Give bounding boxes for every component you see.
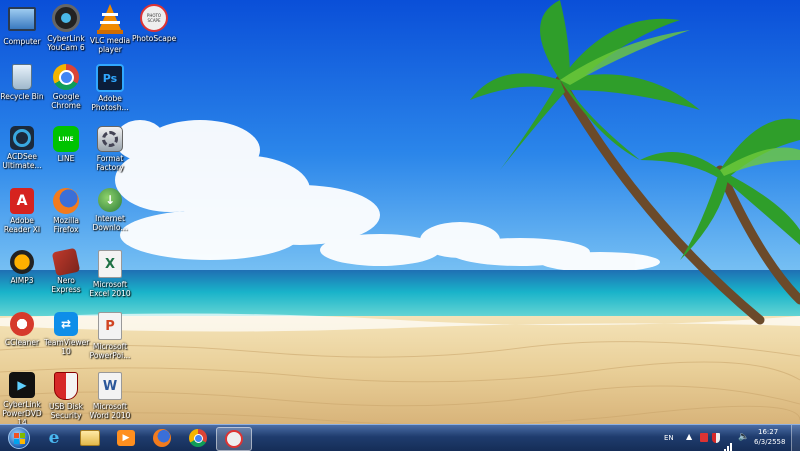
icon-label: Google Chrome xyxy=(51,92,81,110)
icon-label: LINE xyxy=(57,154,75,163)
chrome-icon xyxy=(53,64,79,90)
format-factory-icon xyxy=(97,126,123,152)
powerdvd-icon: ▶ xyxy=(9,372,35,398)
computer-icon xyxy=(8,7,36,31)
chrome-icon xyxy=(189,429,207,447)
vlc-shortcut[interactable]: VLC media player xyxy=(88,2,132,54)
cyberlink-youcam-shortcut[interactable]: CyberLink YouCam 6 xyxy=(44,2,88,52)
format-factory-shortcut[interactable]: Format Factory xyxy=(88,124,132,172)
icon-label: TeamViewer 10 xyxy=(44,338,90,356)
icon-label: Mozilla Firefox xyxy=(53,216,79,234)
adobe-reader-shortcut[interactable]: A Adobe Reader XI xyxy=(0,186,44,234)
ccleaner-shortcut[interactable]: CCleaner xyxy=(0,310,44,347)
usb-disk-security-shortcut[interactable]: USB Disk Security xyxy=(44,370,88,420)
word-icon: W xyxy=(98,372,122,400)
icon-label: Adobe Photosh... xyxy=(91,94,129,112)
recycle-bin-icon xyxy=(12,64,32,90)
icon-label: AIMP3 xyxy=(10,276,34,285)
windows-orb-icon xyxy=(8,427,30,449)
nero-express-shortcut[interactable]: Nero Express xyxy=(44,247,88,294)
adobe-photoshop-shortcut[interactable]: Ps Adobe Photosh... xyxy=(88,62,132,112)
icon-label: Nero Express xyxy=(51,276,81,294)
icon-label: CyberLink YouCam 6 xyxy=(47,34,85,52)
microsoft-excel-shortcut[interactable]: X Microsoft Excel 2010 xyxy=(88,248,132,298)
taskbar-internet-explorer[interactable]: e xyxy=(36,427,72,449)
youcam-icon xyxy=(52,4,80,32)
cyberlink-powerdvd-shortcut[interactable]: ▶ CyberLink PowerDVD 14 xyxy=(0,370,44,424)
firefox-icon xyxy=(53,188,79,214)
clock-date[interactable]: 6/3/2558 xyxy=(754,438,785,446)
icon-label: Adobe Reader XI xyxy=(3,216,41,234)
icon-label: Microsoft Excel 2010 xyxy=(89,280,131,298)
icon-label: VLC media player xyxy=(89,36,131,54)
taskbar-chrome[interactable] xyxy=(180,427,216,449)
media-player-icon: ▶ xyxy=(117,430,135,446)
firefox-icon xyxy=(153,429,171,447)
system-tray: EN ▲ 🔈 16:27 6/3/2558 xyxy=(650,425,800,452)
icon-label: CyberLink PowerDVD 14 xyxy=(2,400,42,424)
microsoft-powerpoint-shortcut[interactable]: P Microsoft PowerPoi... xyxy=(88,310,132,360)
usb-security-tray-icon[interactable] xyxy=(712,433,720,443)
taskbar-media-player[interactable]: ▶ xyxy=(108,427,144,449)
aimp3-shortcut[interactable]: AIMP3 xyxy=(0,248,44,285)
photoscape-icon: PHOTO SCAPE xyxy=(140,4,168,32)
ccleaner-icon xyxy=(10,312,34,336)
acdsee-shortcut[interactable]: ACDSee Ultimate... xyxy=(0,124,44,170)
photoscape-badge-text: PHOTO SCAPE xyxy=(146,13,162,23)
internet-download-manager-shortcut[interactable]: ↓ Internet Downlo... xyxy=(88,186,132,232)
adobe-reader-icon: A xyxy=(10,188,34,214)
computer-shortcut[interactable]: Computer xyxy=(0,2,44,46)
action-center-flag-icon[interactable] xyxy=(700,433,708,442)
nero-express-icon xyxy=(51,247,81,277)
internet-explorer-icon: e xyxy=(48,428,60,448)
show-desktop-button[interactable] xyxy=(791,425,800,451)
mozilla-firefox-shortcut[interactable]: Mozilla Firefox xyxy=(44,186,88,234)
recycle-bin-shortcut[interactable]: Recycle Bin xyxy=(0,62,44,101)
icon-label: Format Factory xyxy=(96,154,124,172)
photoshop-icon: Ps xyxy=(96,64,124,92)
taskbar-file-explorer[interactable] xyxy=(72,427,108,449)
taskbar: e ▶ EN ▲ 🔈 16:27 6/3/2558 xyxy=(0,424,800,452)
folder-icon xyxy=(80,430,100,446)
icon-label: Recycle Bin xyxy=(0,92,44,101)
start-button[interactable] xyxy=(2,427,36,449)
aimp-icon xyxy=(10,250,34,274)
language-indicator[interactable]: EN xyxy=(664,434,674,442)
desktop[interactable]: Computer CyberLink YouCam 6 VLC media pl… xyxy=(0,0,800,424)
tray-overflow-icon[interactable]: ▲ xyxy=(686,432,692,441)
photoscape-icon xyxy=(225,430,243,448)
taskbar-photoscape[interactable] xyxy=(216,427,252,451)
shield-icon xyxy=(54,372,78,400)
icon-label: Internet Downlo... xyxy=(92,214,128,232)
volume-icon[interactable]: 🔈 xyxy=(738,432,749,442)
excel-icon: X xyxy=(98,250,122,278)
icon-label: USB Disk Security xyxy=(49,402,83,420)
icon-label: Microsoft Word 2010 xyxy=(89,402,131,420)
icon-label: PhotoScape xyxy=(132,34,177,43)
line-shortcut[interactable]: LINE LINE xyxy=(44,124,88,163)
icon-label: Computer xyxy=(3,37,41,46)
teamviewer-icon: ⇄ xyxy=(54,312,78,336)
idm-globe-icon: ↓ xyxy=(98,188,122,212)
powerpoint-icon: P xyxy=(98,312,122,340)
google-chrome-shortcut[interactable]: Google Chrome xyxy=(44,62,88,110)
teamviewer-shortcut[interactable]: ⇄ TeamViewer 10 xyxy=(44,310,90,356)
network-icon[interactable] xyxy=(724,433,732,452)
acdsee-icon xyxy=(10,126,34,150)
microsoft-word-shortcut[interactable]: W Microsoft Word 2010 xyxy=(88,370,132,420)
taskbar-firefox[interactable] xyxy=(144,427,180,449)
photoscape-shortcut[interactable]: PHOTO SCAPE PhotoScape xyxy=(132,2,176,43)
icon-label: CCleaner xyxy=(4,338,40,347)
line-icon: LINE xyxy=(53,126,79,152)
clock-time[interactable]: 16:27 xyxy=(758,428,778,436)
icon-label: Microsoft PowerPoi... xyxy=(89,342,131,360)
icon-label: ACDSee Ultimate... xyxy=(2,152,42,170)
vlc-cone-icon xyxy=(95,4,125,34)
